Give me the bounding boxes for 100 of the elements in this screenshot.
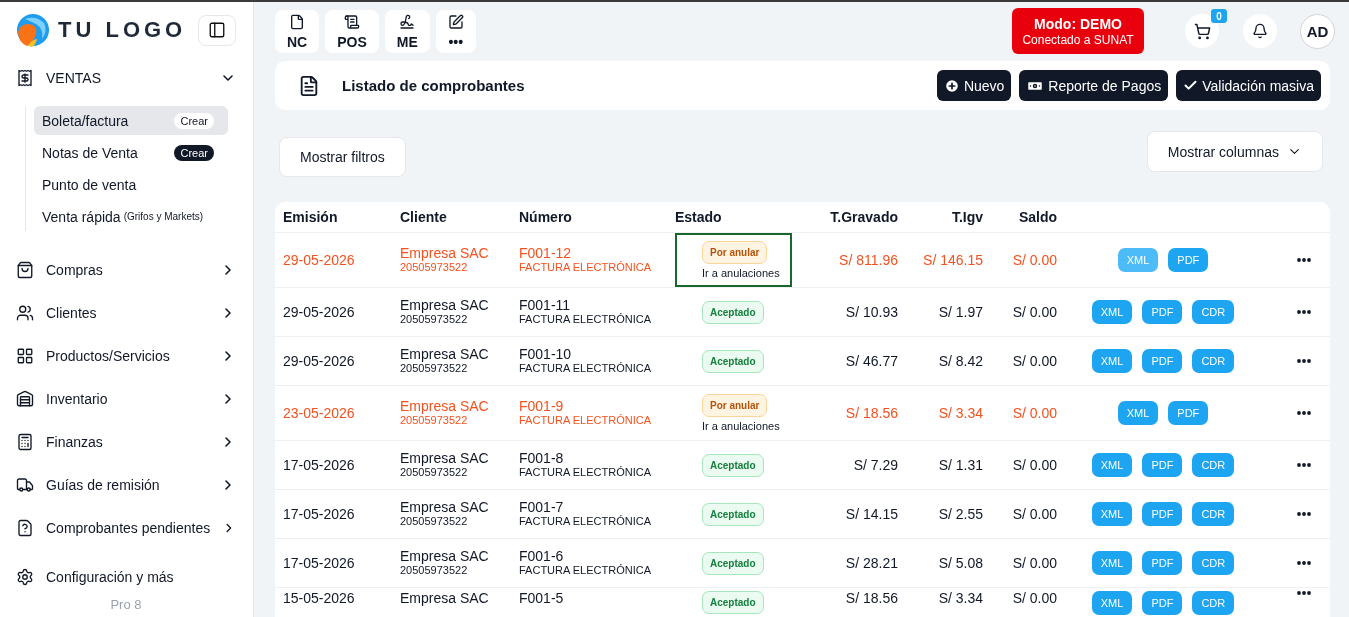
- document-number: F001-5: [519, 591, 564, 606]
- submenu-item[interactable]: Punto de venta: [34, 170, 228, 199]
- client-name: Empresa SAC: [400, 346, 489, 362]
- more-button[interactable]: [1296, 591, 1311, 595]
- more-icon: [1296, 411, 1311, 415]
- plus-circle-icon: [943, 77, 960, 94]
- column-header: Estado: [675, 209, 723, 225]
- client-name: Empresa SAC: [400, 245, 489, 261]
- quick-action-button[interactable]: POS: [325, 10, 379, 53]
- quick-action-button[interactable]: NC: [275, 10, 320, 53]
- amount-text: S/ 1.31: [938, 457, 983, 473]
- status-badge: Aceptado: [702, 502, 764, 526]
- submenu-item[interactable]: Notas de Venta Crear: [34, 138, 228, 167]
- quick-action-button[interactable]: •••: [435, 10, 476, 53]
- amount-text: S/ 0.00: [1012, 457, 1057, 473]
- amount-text: S/ 0.00: [1012, 506, 1057, 522]
- nav-item[interactable]: Configuración y más: [16, 559, 236, 595]
- warehouse-icon: [16, 390, 34, 408]
- amount-text: S/ 14.15: [845, 506, 898, 522]
- amount-text: S/ 146.15: [923, 252, 983, 268]
- document-number: F001-6: [519, 548, 565, 564]
- status-badge: Aceptado: [702, 453, 764, 477]
- more-button[interactable]: [1296, 258, 1311, 262]
- column-header: T.Igv: [950, 209, 983, 225]
- tax-id: 20505973522: [400, 260, 469, 274]
- nav-item[interactable]: Guías de remisión: [16, 467, 236, 503]
- document-type: FACTURA ELECTRÓNICA: [519, 260, 652, 274]
- nav-item[interactable]: Compras: [16, 252, 236, 288]
- logo-text: TU LOGO: [58, 17, 187, 43]
- document-number: F001-7: [519, 499, 565, 515]
- nav-item[interactable]: Comprobantes pendientes: [16, 510, 236, 546]
- file-question-icon: [16, 519, 34, 537]
- more-icon: [1296, 258, 1311, 262]
- scroll-icon: [344, 14, 360, 30]
- amount-text: S/ 811.96: [839, 252, 898, 268]
- file-icon: [289, 14, 306, 30]
- tax-id: 20505973522: [400, 514, 469, 528]
- amount-text: S/ 10.93: [845, 304, 898, 320]
- filters-button[interactable]: Mostrar filtros: [279, 137, 406, 177]
- nav-item[interactable]: VENTAS: [16, 60, 236, 96]
- sidebar-toggle-button[interactable]: [198, 14, 236, 46]
- header-button[interactable]: Nuevo: [936, 70, 1012, 101]
- more-icon: [1296, 463, 1311, 467]
- receipt-icon: [16, 69, 34, 87]
- client-name: Empresa SAC: [400, 450, 489, 466]
- amount-text: S/ 8.42: [938, 353, 983, 369]
- pencil-icon: [447, 14, 464, 30]
- quick-action-button[interactable]: ME: [384, 10, 430, 53]
- document-number: F001-11: [519, 297, 572, 313]
- settings-icon: [16, 568, 34, 586]
- status-badge: Por anular: [702, 394, 768, 417]
- tax-id: 20505973522: [400, 465, 469, 479]
- column-header: Saldo: [1017, 209, 1057, 225]
- header-button[interactable]: Validación masiva: [1176, 70, 1321, 101]
- version-label: Pro 8: [109, 597, 143, 614]
- annul-link[interactable]: Ir a anulaciones: [702, 267, 780, 279]
- create-badge[interactable]: Crear: [174, 112, 214, 129]
- amount-text: S/ 28.21: [845, 555, 898, 571]
- nav-item[interactable]: Productos/Servicios: [16, 338, 236, 374]
- date-text: 17-05-2026: [283, 457, 355, 473]
- amount-text: S/ 46.77: [845, 353, 898, 369]
- date-text: 29-05-2026: [283, 353, 355, 369]
- more-button[interactable]: [1296, 411, 1311, 415]
- status-badge: Aceptado: [702, 591, 764, 614]
- document-type: FACTURA ELECTRÓNICA: [519, 361, 652, 375]
- annul-link[interactable]: Ir a anulaciones: [702, 420, 780, 432]
- count-badge: 0: [1211, 9, 1227, 23]
- column-header: Número: [519, 209, 573, 225]
- submenu-item[interactable]: Venta rápida (Grifos y Markets): [34, 202, 228, 231]
- nav-item[interactable]: Finanzas: [16, 424, 236, 460]
- amount-text: S/ 0.00: [1012, 252, 1057, 268]
- amount-text: S/ 0.00: [1012, 304, 1057, 320]
- columns-button[interactable]: Mostrar columnas: [1146, 131, 1323, 172]
- more-button[interactable]: [1296, 463, 1311, 467]
- notifications-button[interactable]: [1243, 14, 1277, 48]
- header-button[interactable]: Reporte de Pagos: [1019, 70, 1169, 101]
- more-button[interactable]: [1296, 561, 1311, 565]
- document-number: F001-8: [519, 450, 565, 466]
- submenu-item[interactable]: Boleta/factura Crear: [34, 106, 228, 135]
- status-badge: Aceptado: [702, 349, 764, 373]
- mode-title: Modo: DEMO: [1034, 15, 1122, 32]
- amount-text: S/ 3.34: [938, 405, 983, 421]
- more-icon: [1296, 359, 1311, 363]
- more-button[interactable]: [1296, 310, 1311, 314]
- amount-text: S/ 1.97: [938, 304, 983, 320]
- more-button[interactable]: [1296, 512, 1311, 516]
- amount-text: S/ 0.00: [1012, 555, 1057, 571]
- nav-item[interactable]: Inventario: [16, 381, 236, 417]
- client-name: Empresa SAC: [400, 548, 489, 564]
- user-avatar[interactable]: AD: [1300, 13, 1335, 49]
- create-badge[interactable]: Crear: [174, 144, 214, 161]
- column-header: T.Gravado: [829, 209, 898, 225]
- document-type: FACTURA ELECTRÓNICA: [519, 413, 652, 427]
- more-button[interactable]: [1296, 359, 1311, 363]
- sidebar-icon: [208, 21, 226, 39]
- tax-id: 20505973522: [400, 361, 469, 375]
- amount-text: S/ 18.56: [845, 405, 898, 421]
- status-badge: Por anular: [702, 241, 768, 264]
- amount-text: S/ 18.56: [845, 591, 898, 606]
- nav-item[interactable]: Clientes: [16, 295, 236, 331]
